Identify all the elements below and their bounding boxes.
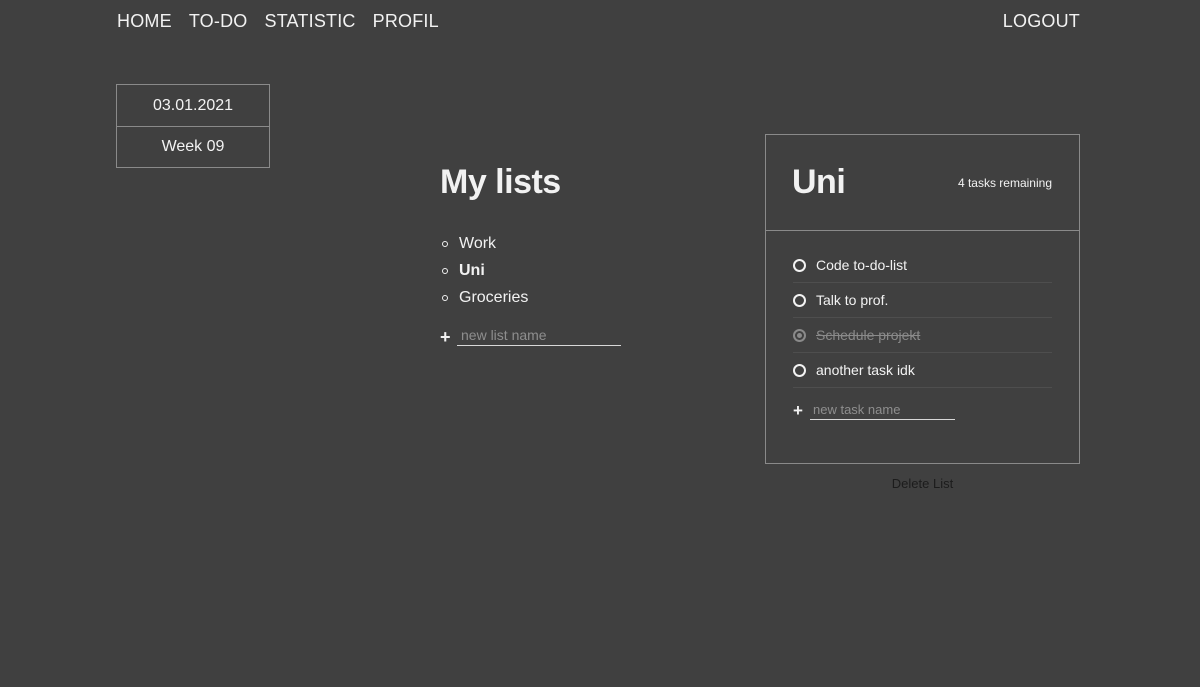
circle-bullet-icon: [442, 294, 448, 301]
lists-list: Work Uni Groceries: [440, 230, 640, 311]
plus-icon[interactable]: +: [793, 402, 810, 420]
my-lists-title: My lists: [440, 163, 561, 201]
list-item-label: Work: [459, 234, 497, 252]
new-task-form: +: [766, 388, 1079, 420]
task-list-card: Uni 4 tasks remaining Code to-do-list Ta…: [765, 134, 1080, 464]
nav-home[interactable]: HOME: [117, 10, 172, 32]
task-label: Code to-do-list: [816, 257, 908, 273]
new-list-input[interactable]: [457, 325, 621, 346]
nav-todo[interactable]: TO-DO: [189, 10, 248, 32]
circle-check-icon[interactable]: [793, 258, 806, 272]
circle-check-icon[interactable]: [793, 363, 806, 377]
main-nav: HOME TO-DO STATISTIC PROFIL: [117, 10, 439, 32]
task-item[interactable]: Talk to prof.: [793, 283, 1052, 318]
list-title: Uni: [792, 163, 846, 201]
tasks-remaining: 4 tasks remaining: [957, 175, 1052, 190]
new-list-form: +: [440, 325, 640, 346]
plus-icon[interactable]: +: [440, 328, 456, 346]
task-list: Code to-do-list Talk to prof. Schedule p…: [766, 231, 1079, 388]
nav-profil[interactable]: PROFIL: [373, 10, 439, 32]
current-date: 03.01.2021: [152, 96, 234, 114]
my-lists-section: My lists Work Uni Groceries +: [440, 163, 640, 346]
nav-statistic[interactable]: STATISTIC: [264, 10, 355, 32]
task-item[interactable]: Code to-do-list: [793, 248, 1052, 283]
logout-link[interactable]: LOGOUT: [1003, 10, 1080, 32]
new-task-input[interactable]: [810, 400, 955, 420]
task-label: another task idk: [816, 362, 915, 378]
task-label: Schedule projekt: [816, 327, 921, 343]
list-item-groceries[interactable]: Groceries: [440, 284, 640, 311]
circle-bullet-icon: [442, 240, 448, 247]
task-item[interactable]: Schedule projekt: [793, 318, 1052, 353]
delete-list-button[interactable]: Delete List: [765, 476, 1080, 491]
list-item-label: Groceries: [459, 288, 529, 306]
circle-bullet-icon: [442, 267, 448, 274]
circle-check-icon[interactable]: [793, 328, 806, 342]
card-header: Uni 4 tasks remaining: [766, 135, 1079, 231]
current-week: Week 09: [117, 126, 269, 167]
list-item-uni[interactable]: Uni: [440, 257, 640, 284]
list-item-label: Uni: [459, 261, 485, 279]
task-label: Talk to prof.: [816, 292, 889, 308]
task-item[interactable]: another task idk: [793, 353, 1052, 388]
list-item-work[interactable]: Work: [440, 230, 640, 257]
circle-check-icon[interactable]: [793, 293, 806, 307]
date-box: 03.01.2021 Week 09: [116, 84, 270, 168]
